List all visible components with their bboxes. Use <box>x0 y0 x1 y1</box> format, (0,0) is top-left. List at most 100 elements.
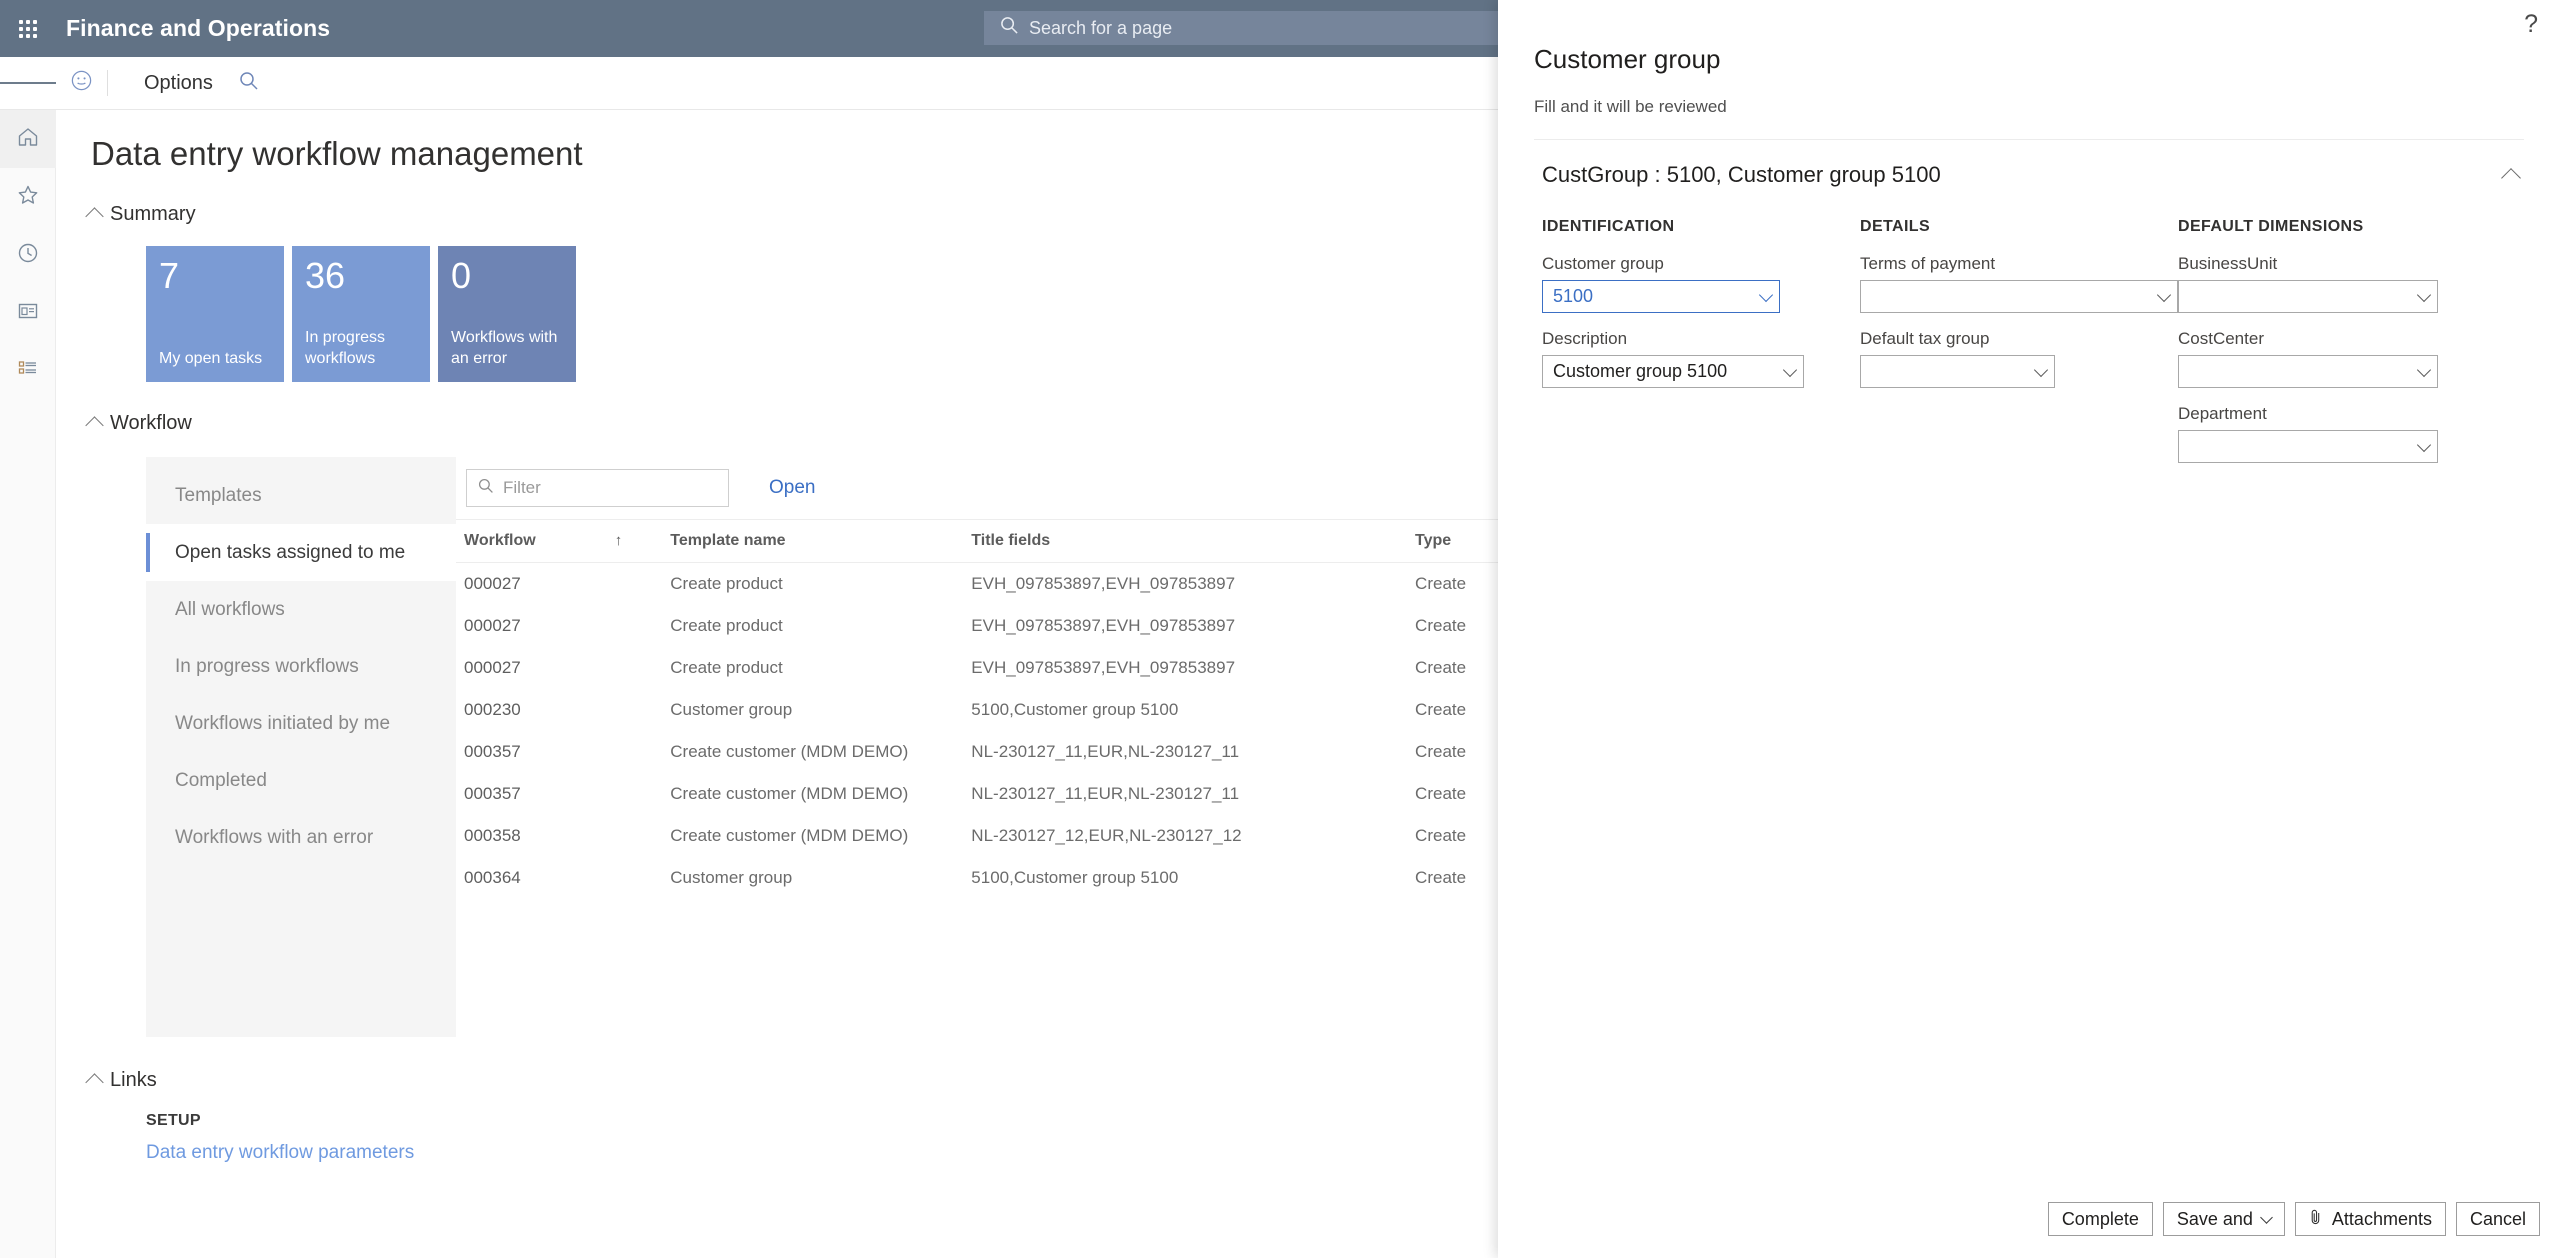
save-and-button[interactable]: Save and <box>2163 1202 2285 1236</box>
field-label: Department <box>2178 404 2496 424</box>
left-navigation-rail <box>0 110 56 1258</box>
default-tax-group-combobox[interactable] <box>1860 355 2055 388</box>
sidebar-item-label: Workflows with an error <box>175 827 373 849</box>
tile-value: 0 <box>451 258 563 294</box>
rail-item-recent[interactable] <box>0 226 56 284</box>
filter-input[interactable]: Filter <box>466 469 729 507</box>
global-search-placeholder: Search for a page <box>1029 18 1172 39</box>
chevron-up-icon[interactable] <box>2501 168 2521 188</box>
paperclip-icon <box>2309 1208 2323 1231</box>
field-business-unit: BusinessUnit <box>2178 254 2496 313</box>
rail-item-favorites[interactable] <box>0 168 56 226</box>
attachments-button[interactable]: Attachments <box>2295 1202 2446 1236</box>
cell-title-fields: NL-230127_11,EUR,NL-230127_11 <box>963 773 1407 815</box>
button-label: Save and <box>2177 1209 2253 1230</box>
cell-template-name: Create product <box>662 647 963 689</box>
cell-workflow: 000358 <box>456 815 662 857</box>
rail-item-home[interactable] <box>0 110 56 168</box>
field-description: Description Customer group 5100 <box>1542 329 1860 388</box>
sidebar-item-all-workflows[interactable]: All workflows <box>146 581 456 638</box>
cost-center-combobox[interactable] <box>2178 355 2438 388</box>
cell-template-name: Create customer (MDM DEMO) <box>662 815 963 857</box>
cell-title-fields: EVH_097853897,EVH_097853897 <box>963 605 1407 647</box>
rail-item-workspaces[interactable] <box>0 284 56 342</box>
cell-template-name: Create customer (MDM DEMO) <box>662 773 963 815</box>
customer-group-combobox[interactable]: 5100 <box>1542 280 1780 313</box>
form-group-heading: DETAILS <box>1860 218 2178 236</box>
sidebar-item-open-tasks-assigned-to-me[interactable]: Open tasks assigned to me <box>146 524 456 581</box>
sidebar-item-templates[interactable]: Templates <box>146 467 456 524</box>
field-label: Customer group <box>1542 254 1860 274</box>
sidebar-item-workflows-initiated-by-me[interactable]: Workflows initiated by me <box>146 695 456 752</box>
field-label: Description <box>1542 329 1860 349</box>
terms-of-payment-combobox[interactable] <box>1860 280 2178 313</box>
cell-workflow: 000230 <box>456 689 662 731</box>
dialog-group-title: CustGroup : 5100, Customer group 5100 <box>1534 162 1941 188</box>
chevron-up-icon <box>85 1073 103 1091</box>
business-unit-combobox[interactable] <box>2178 280 2438 313</box>
dialog-form-columns: IDENTIFICATION Customer group 5100 Descr… <box>1542 218 2560 479</box>
sort-ascending-icon: ↑ <box>615 532 623 549</box>
tile-in-progress-workflows[interactable]: 36 In progress workflows <box>292 246 430 382</box>
dialog-group-header[interactable]: CustGroup : 5100, Customer group 5100 <box>1534 162 2524 188</box>
sidebar-item-in-progress-workflows[interactable]: In progress workflows <box>146 638 456 695</box>
home-icon <box>16 125 40 154</box>
hamburger-icon[interactable] <box>0 57 56 110</box>
form-column-identification: IDENTIFICATION Customer group 5100 Descr… <box>1542 218 1860 479</box>
cell-template-name: Create customer (MDM DEMO) <box>662 731 963 773</box>
sidebar-item-label: Workflows initiated by me <box>175 713 390 735</box>
field-label: Default tax group <box>1860 329 2178 349</box>
tile-value: 36 <box>305 258 417 294</box>
smiley-icon[interactable] <box>70 69 93 97</box>
help-icon[interactable]: ? <box>2524 12 2538 37</box>
button-label: Attachments <box>2332 1209 2432 1230</box>
search-icon[interactable] <box>239 71 259 96</box>
sidebar-item-completed[interactable]: Completed <box>146 752 456 809</box>
cell-workflow: 000357 <box>456 773 662 815</box>
cell-template-name: Customer group <box>662 857 963 899</box>
options-button[interactable]: Options <box>144 72 213 95</box>
column-header-workflow[interactable]: Workflow ↑ <box>456 520 662 563</box>
cell-title-fields: NL-230127_12,EUR,NL-230127_12 <box>963 815 1407 857</box>
tile-label: My open tasks <box>159 349 271 370</box>
clock-icon <box>16 241 40 270</box>
tile-my-open-tasks[interactable]: 7 My open tasks <box>146 246 284 382</box>
complete-button[interactable]: Complete <box>2048 1202 2153 1236</box>
chevron-down-icon <box>1759 287 1773 301</box>
open-button[interactable]: Open <box>769 477 815 499</box>
cell-template-name: Customer group <box>662 689 963 731</box>
form-column-default-dimensions: DEFAULT DIMENSIONS BusinessUnit CostCent… <box>2178 218 2496 479</box>
sidebar-item-label: Completed <box>175 770 267 792</box>
field-customer-group: Customer group 5100 <box>1542 254 1860 313</box>
form-group-heading: IDENTIFICATION <box>1542 218 1860 236</box>
column-header-template-name[interactable]: Template name <box>662 520 963 563</box>
tile-label: In progress workflows <box>305 328 417 370</box>
cancel-button[interactable]: Cancel <box>2456 1202 2540 1236</box>
column-header-title-fields[interactable]: Title fields <box>963 520 1407 563</box>
chevron-up-icon <box>85 416 103 434</box>
chevron-down-icon <box>2034 362 2048 376</box>
description-combobox[interactable]: Customer group 5100 <box>1542 355 1804 388</box>
global-search-box[interactable]: Search for a page <box>984 11 1498 45</box>
sidebar-item-workflows-with-an-error[interactable]: Workflows with an error <box>146 809 456 866</box>
department-combobox[interactable] <box>2178 430 2438 463</box>
field-value: 5100 <box>1553 286 1593 307</box>
chevron-down-icon <box>2417 287 2431 301</box>
app-launcher-icon[interactable] <box>0 0 56 57</box>
cell-template-name: Create product <box>662 605 963 647</box>
chevron-down-icon <box>2417 437 2431 451</box>
cell-title-fields: 5100,Customer group 5100 <box>963 857 1407 899</box>
cell-workflow: 000027 <box>456 605 662 647</box>
cell-title-fields: EVH_097853897,EVH_097853897 <box>963 647 1407 689</box>
cell-template-name: Create product <box>662 563 963 606</box>
cell-workflow: 000357 <box>456 731 662 773</box>
sidebar-item-label: Templates <box>175 485 262 507</box>
dialog-subtitle: Fill and it will be reviewed <box>1534 97 2560 117</box>
cell-workflow: 000027 <box>456 563 662 606</box>
cell-workflow: 000027 <box>456 647 662 689</box>
tile-workflows-with-error[interactable]: 0 Workflows with an error <box>438 246 576 382</box>
field-department: Department <box>2178 404 2496 463</box>
rail-item-modules[interactable] <box>0 342 56 400</box>
workspace-icon <box>16 299 40 328</box>
tile-label: Workflows with an error <box>451 328 563 370</box>
